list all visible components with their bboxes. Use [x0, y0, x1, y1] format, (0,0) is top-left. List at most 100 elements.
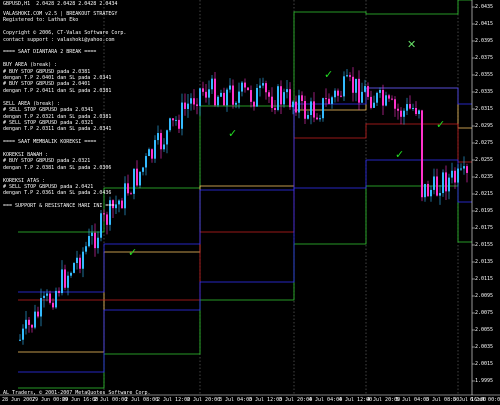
info-line: === SUPPORT & RESISTANCE HARI INI ===	[3, 203, 115, 210]
candle-body	[274, 108, 276, 110]
price-label: 2.0095	[475, 293, 494, 299]
indicator-info-panel: VALASHOKI.COM v2.5 | BREAKOUT STRATEGY Re…	[3, 11, 126, 210]
candle-body	[241, 82, 243, 92]
copyright-footer: AL Traders, © 2001-2007 MetaQuotes Softw…	[3, 390, 151, 396]
candle-body	[256, 87, 258, 107]
candle-body	[79, 257, 81, 269]
candle-body	[463, 166, 465, 169]
candle-body	[298, 95, 300, 113]
price-label: 2.0435	[475, 4, 494, 10]
candle-body	[310, 101, 312, 116]
candle-body	[448, 177, 450, 192]
candle-body	[169, 118, 171, 131]
candle-body	[418, 110, 420, 115]
candle-body	[172, 118, 174, 121]
signal-cross-mark: ✕	[407, 38, 417, 51]
info-line: Copyright © 2006, CT-Valas Software Corp…	[3, 30, 127, 37]
candle-body	[55, 290, 57, 308]
candle-body	[226, 89, 228, 106]
candle-body	[181, 102, 183, 129]
time-label: 3 Jul 12:00	[249, 397, 283, 403]
candle-body	[253, 101, 255, 107]
candle-body	[379, 89, 381, 93]
candle-body	[259, 85, 261, 88]
candle-body	[382, 89, 384, 106]
candle-body	[301, 95, 303, 101]
candle-body	[295, 101, 297, 113]
price-label: 2.0355	[475, 72, 494, 78]
price-label: 2.0315	[475, 106, 494, 112]
candle-body	[280, 86, 282, 105]
candle-body	[424, 183, 426, 198]
candle-body	[133, 168, 135, 194]
candle-body	[454, 170, 456, 183]
candle-body	[148, 149, 150, 157]
candle-body	[343, 76, 345, 97]
candle-body	[367, 86, 369, 97]
candle-body	[466, 166, 468, 173]
candle-body	[43, 295, 45, 299]
candle-body	[307, 115, 309, 119]
price-label: 2.0135	[475, 259, 494, 265]
price-label: 2.0335	[475, 89, 494, 95]
time-label: 4 Jul 04:00	[309, 397, 343, 403]
candle-body	[64, 269, 66, 288]
time-label: 5 Jul 04:00	[396, 397, 430, 403]
candle-body	[325, 98, 327, 100]
candle-body	[334, 90, 336, 98]
candle-body	[130, 193, 132, 195]
candle-body	[142, 167, 144, 172]
candle-body	[322, 98, 324, 119]
candle-body	[88, 236, 90, 247]
candle-body	[76, 257, 78, 264]
candle-body	[193, 98, 195, 105]
candle-body	[40, 298, 42, 317]
candle-body	[199, 88, 201, 106]
time-label: 29 Jun 16:00	[62, 397, 99, 403]
candle-body	[421, 110, 423, 198]
candle-body	[433, 176, 435, 190]
candle-body	[358, 78, 360, 103]
candle-body	[268, 92, 270, 97]
candle-body	[370, 96, 372, 108]
candle-body	[49, 293, 51, 303]
candle-body	[52, 302, 54, 308]
candle-body	[19, 339, 21, 341]
candle-body	[106, 214, 108, 225]
candle-body	[70, 272, 72, 276]
time-label: 3 Jul 20:00	[279, 397, 313, 403]
candle-body	[385, 95, 387, 106]
candle-body	[412, 108, 414, 110]
candle-body	[229, 85, 231, 90]
candle-body	[217, 96, 219, 106]
signal-check-mark: ✓	[228, 127, 238, 140]
price-label: 2.0215	[475, 191, 494, 197]
candle-body	[262, 83, 264, 86]
candle-body	[37, 311, 39, 317]
candle-body	[25, 319, 27, 329]
candle-body	[292, 101, 294, 108]
candle-body	[286, 89, 288, 93]
candle-body	[439, 193, 441, 196]
candle-body	[214, 78, 216, 106]
candle-body	[91, 232, 93, 237]
candle-body	[346, 75, 348, 77]
price-label: 2.0055	[475, 327, 494, 333]
price-label: 2.0015	[475, 361, 494, 367]
time-label: 2 Jul 20:00	[187, 397, 221, 403]
candle-body	[391, 98, 393, 100]
candle-body	[244, 82, 246, 88]
candle-body	[73, 263, 75, 273]
candle-body	[235, 102, 237, 105]
candle-body	[352, 76, 354, 93]
price-label: 2.0155	[475, 242, 494, 248]
price-label: 2.0275	[475, 140, 494, 146]
candle-body	[409, 104, 411, 109]
candle-body	[373, 102, 375, 108]
candle-body	[205, 91, 207, 98]
candle-body	[364, 86, 366, 92]
info-line: dengan T.P 2.0411 dan SL pada 2.0381	[3, 87, 112, 94]
info-line: dengan T.P 2.0311 dan SL pada 2.0341	[3, 126, 112, 133]
candle-body	[232, 85, 234, 105]
signal-check-mark: ✓	[395, 148, 405, 161]
